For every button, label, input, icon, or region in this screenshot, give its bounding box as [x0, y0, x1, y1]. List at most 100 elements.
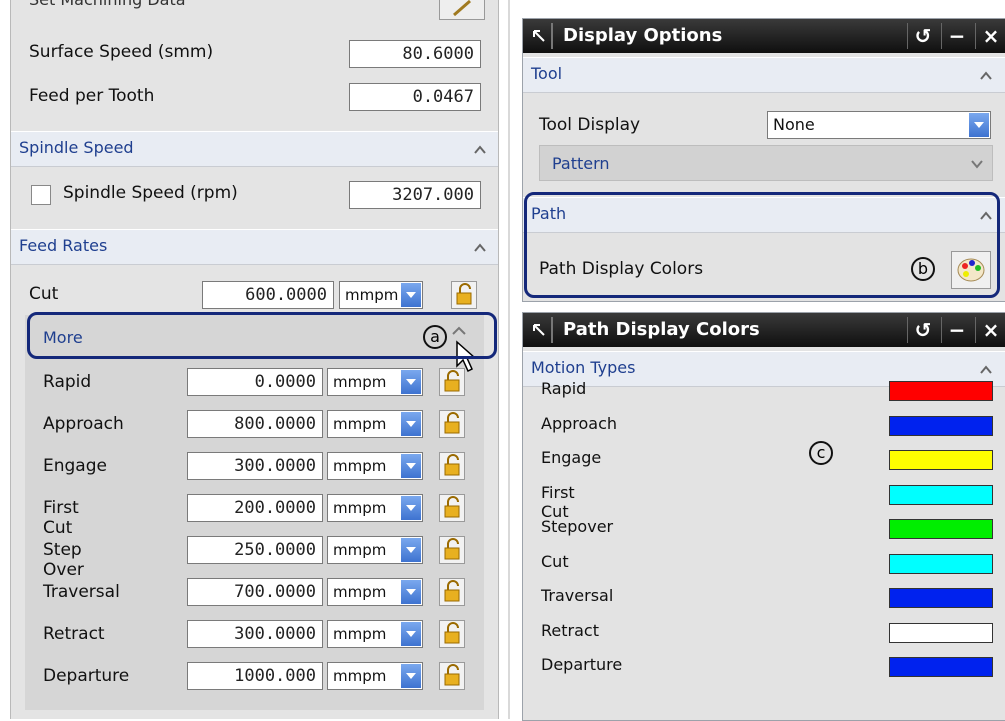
- pattern-section-label: Pattern: [552, 154, 610, 173]
- tool-section[interactable]: Tool: [523, 57, 1005, 93]
- feed-rate-lock-button[interactable]: [439, 662, 465, 690]
- feed-rate-input[interactable]: 200.0000: [187, 494, 323, 522]
- tool-display-label: Tool Display: [539, 115, 641, 135]
- edit-data-button[interactable]: [439, 0, 485, 20]
- tool-display-value: None: [773, 115, 815, 134]
- expand-chevron-icon: [971, 160, 983, 169]
- feed-rate-unit-value: mmpm: [333, 625, 387, 643]
- feed-rate-unit-value: mmpm: [333, 415, 387, 433]
- feed-rate-unit-value: mmpm: [333, 583, 387, 601]
- motion-type-label: Retract: [541, 621, 599, 640]
- display-options-titlebar[interactable]: Display Options ↺ − ×: [523, 19, 1005, 53]
- feed-rate-lock-button[interactable]: [439, 410, 465, 438]
- feed-rate-unit-select[interactable]: mmpm: [327, 494, 423, 522]
- feed-rate-unit-select[interactable]: mmpm: [327, 578, 423, 606]
- cut-label: Cut: [29, 284, 59, 304]
- cut-unit-select[interactable]: mmpm: [339, 281, 423, 309]
- dropdown-arrow-icon: [401, 283, 421, 307]
- feed-per-tooth-input[interactable]: 0.0467: [349, 83, 481, 111]
- motion-type-label: Engage: [541, 448, 602, 467]
- dropdown-arrow-icon: [401, 454, 421, 478]
- path-colors-title: Path Display Colors: [563, 319, 760, 340]
- motion-type-label: Departure: [541, 655, 623, 674]
- spindle-speed-input[interactable]: 3207.000: [349, 181, 481, 209]
- feed-rate-input[interactable]: 300.0000: [187, 452, 323, 480]
- feed-rate-lock-button[interactable]: [439, 578, 465, 606]
- collapse-chevron-icon: [980, 71, 992, 80]
- collapse-chevron-icon: [474, 243, 486, 252]
- feed-rate-unit-select[interactable]: mmpm: [327, 452, 423, 480]
- feed-rate-lock-button[interactable]: [439, 452, 465, 480]
- pin-icon: [533, 30, 545, 42]
- close-button[interactable]: ×: [975, 317, 1005, 343]
- surface-speed-input[interactable]: 80.6000: [349, 40, 481, 68]
- path-display-colors-dialog: Path Display Colors ↺ − × Motion Types c…: [522, 312, 1005, 721]
- dropdown-arrow-icon: [401, 664, 421, 688]
- motion-color-swatch[interactable]: [889, 657, 993, 677]
- feed-rate-unit-select[interactable]: mmpm: [327, 620, 423, 648]
- panel-divider: [508, 0, 510, 719]
- feed-rate-lock-button[interactable]: [439, 494, 465, 522]
- feed-rate-unit-select[interactable]: mmpm: [327, 536, 423, 564]
- callout-a-outline: [27, 312, 497, 359]
- feed-rate-input[interactable]: 1000.000: [187, 662, 323, 690]
- spindle-checkbox-label: Spindle Speed (rpm): [63, 183, 238, 203]
- collapse-chevron-icon: [980, 365, 992, 374]
- motion-color-swatch[interactable]: [889, 485, 993, 505]
- feed-rate-input[interactable]: 800.0000: [187, 410, 323, 438]
- dropdown-arrow-icon: [401, 412, 421, 436]
- dropdown-arrow-icon: [401, 496, 421, 520]
- cut-input[interactable]: 600.0000: [202, 281, 334, 309]
- motion-color-swatch[interactable]: [889, 623, 993, 643]
- surface-speed-label: Surface Speed (smm): [29, 42, 214, 62]
- close-button[interactable]: ×: [975, 23, 1005, 49]
- collapse-chevron-icon: [474, 145, 486, 154]
- feed-rate-unit-value: mmpm: [333, 541, 387, 559]
- padlock-icon: [444, 496, 460, 518]
- dropdown-arrow-icon: [401, 370, 421, 394]
- padlock-icon: [456, 283, 472, 305]
- partial-header: Set Machining Data: [29, 0, 186, 9]
- tool-display-select[interactable]: None: [767, 111, 991, 139]
- motion-type-label: Traversal: [541, 586, 614, 605]
- motion-type-label: Cut: [541, 552, 569, 571]
- feed-section-label: Feed Rates: [19, 236, 108, 255]
- motion-color-swatch[interactable]: [889, 381, 993, 401]
- motion-color-swatch[interactable]: [889, 554, 993, 574]
- padlock-icon: [444, 454, 460, 476]
- feed-rate-unit-select[interactable]: mmpm: [327, 662, 423, 690]
- motion-color-swatch[interactable]: [889, 519, 993, 539]
- feed-per-tooth-label: Feed per Tooth: [29, 86, 155, 106]
- feed-rate-lock-button[interactable]: [439, 620, 465, 648]
- padlock-icon: [444, 538, 460, 560]
- feed-rate-input[interactable]: 250.0000: [187, 536, 323, 564]
- feed-rate-input[interactable]: 0.0000: [187, 368, 323, 396]
- motion-color-swatch[interactable]: [889, 450, 993, 470]
- feed-rates-section[interactable]: Feed Rates: [11, 229, 498, 265]
- tool-section-label: Tool: [531, 64, 563, 83]
- feed-rate-label: Traversal: [43, 582, 120, 602]
- feed-rate-lock-button[interactable]: [439, 536, 465, 564]
- feed-rate-label: Approach: [43, 414, 124, 434]
- cut-lock-button[interactable]: [451, 281, 477, 309]
- motion-color-swatch[interactable]: [889, 416, 993, 436]
- minimize-button[interactable]: −: [941, 317, 972, 343]
- feed-rate-label: First Cut: [43, 498, 79, 538]
- feed-rate-lock-button[interactable]: [439, 368, 465, 396]
- spindle-speed-checkbox[interactable]: [31, 185, 51, 205]
- feed-rate-unit-select[interactable]: mmpm: [327, 368, 423, 396]
- padlock-icon: [444, 622, 460, 644]
- feed-rate-unit-value: mmpm: [333, 499, 387, 517]
- feed-rate-label: Step Over: [43, 540, 84, 580]
- minimize-button[interactable]: −: [941, 23, 972, 49]
- path-colors-titlebar[interactable]: Path Display Colors ↺ − ×: [523, 313, 1005, 347]
- feed-rate-unit-select[interactable]: mmpm: [327, 410, 423, 438]
- reset-button[interactable]: ↺: [907, 317, 938, 343]
- motion-types-label: Motion Types: [531, 358, 636, 377]
- pattern-section[interactable]: Pattern: [539, 145, 993, 181]
- spindle-speed-section[interactable]: Spindle Speed: [11, 131, 498, 167]
- reset-button[interactable]: ↺: [907, 23, 938, 49]
- motion-color-swatch[interactable]: [889, 588, 993, 608]
- feed-rate-input[interactable]: 700.0000: [187, 578, 323, 606]
- feed-rate-input[interactable]: 300.0000: [187, 620, 323, 648]
